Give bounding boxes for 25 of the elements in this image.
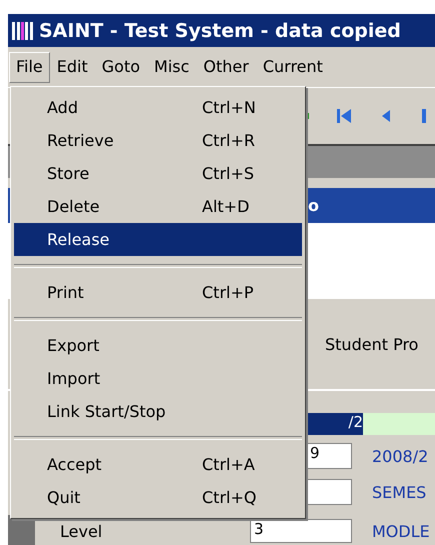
- menu-item[interactable]: Import: [14, 362, 302, 395]
- field-note: 2008/2: [372, 446, 428, 466]
- menu-item[interactable]: Retrieve Ctrl+R: [14, 124, 302, 157]
- menu-item[interactable]: Goto: [94, 52, 148, 82]
- input-field[interactable]: 3: [250, 519, 352, 543]
- field-label: Level: [60, 522, 104, 540]
- menu-item[interactable]: Misc: [147, 52, 196, 82]
- field-note: SEMES: [372, 482, 426, 502]
- menu-item[interactable]: Add Ctrl+N: [14, 91, 302, 124]
- menu-item[interactable]: Other: [196, 52, 256, 82]
- menu-item[interactable]: File: [9, 52, 50, 82]
- menu-item[interactable]: Current: [256, 52, 330, 82]
- menu-item[interactable]: Accept Ctrl+A: [14, 448, 302, 481]
- input-field[interactable]: 9: [306, 443, 352, 469]
- menu-item[interactable]: Delete Alt+D: [14, 190, 302, 223]
- section-label: Student Pro: [325, 334, 418, 354]
- window-title: SAINT - Test System - data copied: [39, 20, 401, 42]
- field-note: MODLE: [372, 522, 430, 540]
- menu-item[interactable]: Release: [14, 223, 302, 256]
- panel-title: o: [308, 196, 319, 215]
- menu-item[interactable]: Store Ctrl+S: [14, 157, 302, 190]
- menu-item[interactable]: Edit: [50, 52, 95, 82]
- menu-item[interactable]: Print Ctrl+P: [14, 276, 302, 309]
- menu-item[interactable]: Quit Ctrl+Q: [14, 481, 302, 514]
- menu-item[interactable]: Export: [14, 329, 302, 362]
